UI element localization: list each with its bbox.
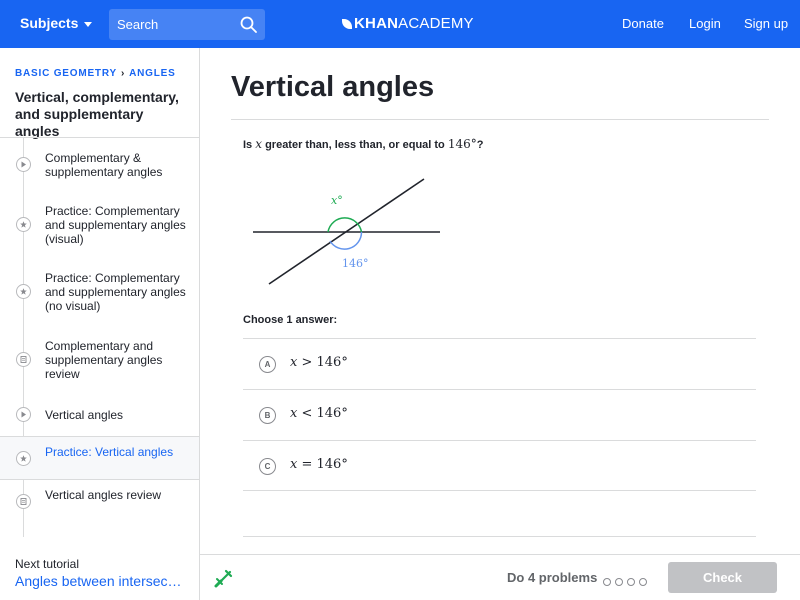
question-number: 146° <box>447 137 477 151</box>
choice-letter: B <box>259 407 276 424</box>
sidebar-item-label: Complementary & supplementary angles <box>45 151 163 179</box>
answer-choice[interactable]: Cx = 146° <box>243 440 756 491</box>
tutorial-items: Complementary & supplementary angles Prac… <box>0 137 199 509</box>
answer-choice[interactable]: Bx < 146° <box>243 389 756 440</box>
next-tutorial-label: Next tutorial <box>15 557 80 571</box>
breadcrumb-angles[interactable]: ANGLES <box>129 68 175 79</box>
progress-text: Do 4 problems <box>507 570 598 585</box>
sidebar-item-label: Complementary and supplementary angles r… <box>45 339 163 381</box>
sidebar-item-label: Practice: Complementary and supplementar… <box>45 204 186 246</box>
angle-146-label: 146° <box>342 257 369 270</box>
subjects-menu[interactable]: Subjects <box>20 15 93 31</box>
article-icon <box>16 352 31 367</box>
practice-star-icon <box>16 451 31 466</box>
angle-146-arc <box>329 231 363 250</box>
choice-value: 146° <box>316 355 348 370</box>
signup-link[interactable]: Sign up <box>744 16 788 31</box>
choice-expression: x = 146° <box>290 457 348 472</box>
vertical-angles-diagram: x° 146° <box>253 178 440 285</box>
progress-dot <box>639 578 647 586</box>
check-button[interactable]: Check <box>668 562 777 593</box>
question-end: ? <box>476 139 484 151</box>
sidebar-item[interactable]: Practice: Complementary and supplementar… <box>0 258 199 326</box>
title-divider <box>231 119 769 120</box>
subjects-label: Subjects <box>20 15 79 31</box>
sidebar-item-label: Vertical angles <box>45 408 124 422</box>
choice-letter: C <box>259 458 276 475</box>
answer-choice[interactable]: Ax > 146° <box>243 338 756 389</box>
tutorial-title: Vertical, complementary, and supplementa… <box>15 89 179 139</box>
video-play-icon <box>16 407 31 422</box>
choice-expression: x > 146° <box>290 355 348 370</box>
breadcrumb-basic-geometry[interactable]: BASIC GEOMETRY <box>15 68 117 79</box>
sidebar-item[interactable]: Vertical angles <box>0 393 199 436</box>
choices-bottom-divider <box>243 536 756 537</box>
practice-star-icon <box>16 217 31 232</box>
search-input[interactable] <box>109 9 239 40</box>
sidebar-item[interactable]: Practice: Complementary and supplementar… <box>0 191 199 258</box>
question-middle: greater than, less than, or equal to <box>262 139 448 151</box>
sidebar-item-label: Practice: Complementary and supplementar… <box>45 271 186 313</box>
choice-expression: x < 146° <box>290 406 348 421</box>
exercise-footer: Do 4 problems Check <box>200 554 800 600</box>
next-tutorial-link[interactable]: Angles between intersecting lines <box>15 573 185 589</box>
scratchpad-icon[interactable] <box>213 567 235 589</box>
progress-dot <box>603 578 611 586</box>
video-play-icon <box>16 157 31 172</box>
question-text: Is x greater than, less than, or equal t… <box>243 137 483 151</box>
progress-dots <box>603 573 651 591</box>
search-icon[interactable] <box>240 16 257 33</box>
progress-dot <box>615 578 623 586</box>
sidebar-item-label: Vertical angles review <box>45 488 162 502</box>
chevron-down-icon <box>84 21 93 27</box>
progress-dot <box>627 578 635 586</box>
sidebar-item-label: Practice: Vertical angles <box>45 445 174 459</box>
app-root: Subjects KHANACADEMY Donate Login Sign u… <box>0 0 800 600</box>
tutorial-sidebar: BASIC GEOMETRY › ANGLES Vertical, compleme… <box>0 48 200 600</box>
leaf-icon <box>342 19 352 29</box>
choice-letter: A <box>259 356 276 373</box>
donate-link[interactable]: Donate <box>622 16 664 31</box>
article-icon <box>16 494 31 509</box>
question-prefix: Is <box>243 139 256 151</box>
search-box <box>109 9 265 40</box>
khan-academy-logo[interactable]: KHANACADEMY <box>342 15 474 32</box>
choice-value: 146° <box>316 457 348 472</box>
practice-star-icon <box>16 284 31 299</box>
sidebar-item[interactable]: Complementary & supplementary angles <box>0 138 199 191</box>
login-link[interactable]: Login <box>689 16 721 31</box>
choice-value: 146° <box>316 406 348 421</box>
sidebar-item[interactable]: Vertical angles review <box>0 480 199 523</box>
logo-bold-text: KHAN <box>354 15 399 32</box>
question-variable: x <box>255 137 263 151</box>
sidebar-item[interactable]: Complementary and supplementary angles r… <box>0 326 199 393</box>
angle-x-label: x° <box>331 194 343 207</box>
choose-instruction: Choose 1 answer: <box>243 314 338 326</box>
choice-operator: = <box>297 457 317 472</box>
chevron-right-icon: › <box>120 68 126 79</box>
choice-operator: > <box>297 355 317 370</box>
breadcrumb: BASIC GEOMETRY › ANGLES <box>15 68 176 79</box>
choice-operator: < <box>297 406 317 421</box>
page-title: Vertical angles <box>231 71 435 103</box>
sidebar-item[interactable]: Practice: Vertical angles <box>0 436 199 480</box>
top-navbar: Subjects KHANACADEMY Donate Login Sign u… <box>0 0 800 48</box>
logo-light-text: ACADEMY <box>398 15 474 32</box>
exercise-main: Vertical angles Is x greater than, less … <box>200 48 800 554</box>
